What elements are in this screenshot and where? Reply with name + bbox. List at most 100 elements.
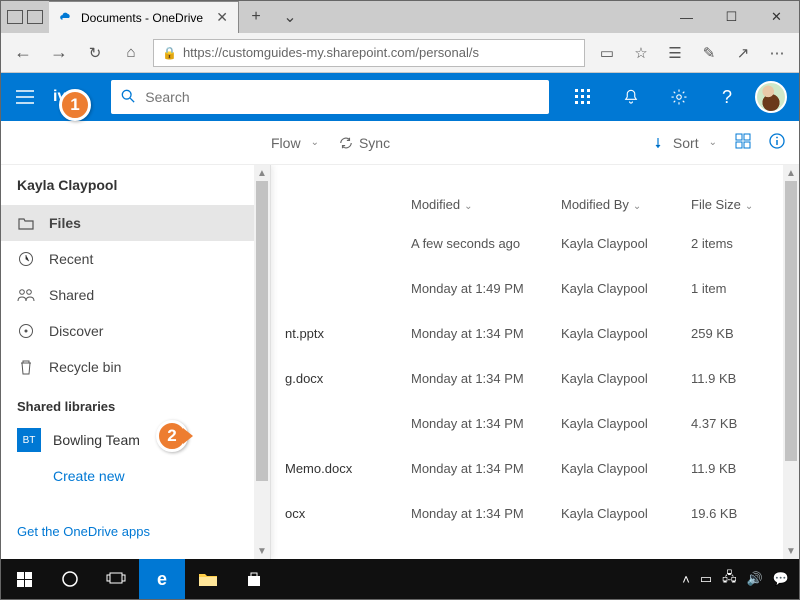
action-center-icon[interactable]: 💬 bbox=[773, 571, 789, 587]
url-field[interactable]: 🔒 https://customguides-my.sharepoint.com… bbox=[153, 39, 585, 67]
column-modified[interactable]: Modified⌄ bbox=[411, 197, 561, 212]
modified-cell: Monday at 1:34 PM bbox=[411, 506, 561, 521]
nav-hamburger-button[interactable] bbox=[1, 73, 49, 121]
table-row[interactable]: A few seconds agoKayla Claypool2 items bbox=[271, 220, 799, 265]
annotation-callout-2: 2 bbox=[156, 420, 188, 452]
search-box[interactable] bbox=[111, 80, 549, 114]
reading-view-button[interactable]: ▭ bbox=[593, 39, 621, 67]
taskbar-edge[interactable]: e bbox=[139, 559, 185, 599]
table-row[interactable]: nt.pptxMonday at 1:34 PMKayla Claypool25… bbox=[271, 310, 799, 355]
shared-libraries-heading: Shared libraries bbox=[1, 385, 270, 420]
close-tab-icon[interactable]: ✕ bbox=[216, 9, 228, 26]
chevron-down-icon: ⌄ bbox=[709, 137, 717, 148]
file-name-cell: nt.pptx bbox=[271, 326, 411, 341]
more-button[interactable]: ⋯ bbox=[763, 39, 791, 67]
windows-taskbar: e ˄ ▭ 🖧 🔊 💬 bbox=[1, 559, 799, 599]
task-view-icon bbox=[106, 572, 126, 586]
sidebar-item-files[interactable]: Files bbox=[1, 205, 270, 241]
taskbar-file-explorer[interactable] bbox=[185, 559, 231, 599]
battery-icon[interactable]: ▭ bbox=[700, 571, 712, 587]
table-row[interactable]: g.docxMonday at 1:34 PMKayla Claypool11.… bbox=[271, 355, 799, 400]
maximize-button[interactable]: ☐ bbox=[709, 1, 754, 33]
forward-button[interactable]: → bbox=[45, 39, 73, 67]
file-size-cell: 2 items bbox=[691, 236, 791, 251]
file-size-cell: 19.6 KB bbox=[691, 506, 791, 521]
search-input[interactable] bbox=[145, 89, 539, 105]
scrollbar-thumb[interactable] bbox=[785, 181, 797, 461]
notes-button[interactable]: ✎ bbox=[695, 39, 723, 67]
task-view-button[interactable] bbox=[93, 559, 139, 599]
onedrive-icon bbox=[59, 11, 73, 25]
sidebar-item-recycle-bin[interactable]: Recycle bin bbox=[1, 349, 270, 385]
sidebar-scrollbar[interactable]: ▲ ▼ bbox=[254, 165, 270, 559]
refresh-button[interactable]: ↻ bbox=[81, 39, 109, 67]
tabs-preview-icon[interactable] bbox=[27, 10, 43, 24]
share-button[interactable]: ↗ bbox=[729, 39, 757, 67]
tab-set-aside-icon[interactable] bbox=[7, 10, 23, 24]
scroll-up-icon[interactable]: ▲ bbox=[254, 165, 270, 181]
main-scrollbar[interactable]: ▲ ▼ bbox=[783, 165, 799, 559]
info-pane-button[interactable] bbox=[769, 133, 785, 152]
gear-icon bbox=[670, 88, 688, 106]
taskbar-store[interactable] bbox=[231, 559, 277, 599]
close-window-button[interactable]: ✕ bbox=[754, 1, 799, 33]
scroll-up-icon[interactable]: ▲ bbox=[783, 165, 799, 181]
volume-icon[interactable]: 🔊 bbox=[747, 571, 763, 587]
new-tab-button[interactable]: + bbox=[239, 1, 273, 33]
column-modified-by[interactable]: Modified By⌄ bbox=[561, 197, 691, 212]
start-button[interactable] bbox=[1, 559, 47, 599]
table-row[interactable]: Memo.docxMonday at 1:34 PMKayla Claypool… bbox=[271, 445, 799, 490]
lock-icon: 🔒 bbox=[162, 46, 177, 60]
home-button[interactable]: ⌂ bbox=[117, 39, 145, 67]
modified-cell: Monday at 1:34 PM bbox=[411, 326, 561, 341]
table-row[interactable]: Monday at 1:49 PMKayla Claypool1 item bbox=[271, 265, 799, 310]
cortana-icon bbox=[61, 570, 79, 588]
annotation-callout-1: 1 bbox=[59, 89, 91, 121]
people-icon bbox=[17, 288, 35, 302]
grid-view-icon bbox=[735, 133, 751, 149]
app-launcher-button[interactable] bbox=[563, 73, 603, 121]
settings-button[interactable] bbox=[659, 73, 699, 121]
table-row[interactable]: ocxMonday at 1:34 PMKayla Claypool19.6 K… bbox=[271, 490, 799, 535]
file-name-cell: g.docx bbox=[271, 371, 411, 386]
notifications-button[interactable] bbox=[611, 73, 651, 121]
favorites-hub-button[interactable]: ☰ bbox=[661, 39, 689, 67]
view-toggle-button[interactable] bbox=[735, 133, 751, 152]
edge-icon: e bbox=[157, 569, 167, 590]
scroll-down-icon[interactable]: ▼ bbox=[783, 543, 799, 559]
sidebar-item-recent[interactable]: Recent bbox=[1, 241, 270, 277]
scrollbar-thumb[interactable] bbox=[256, 181, 268, 481]
scroll-down-icon[interactable]: ▼ bbox=[254, 543, 270, 559]
favorite-button[interactable]: ☆ bbox=[627, 39, 655, 67]
search-icon bbox=[121, 89, 135, 106]
network-icon[interactable]: 🖧 bbox=[722, 568, 737, 590]
sort-icon bbox=[655, 137, 667, 149]
tray-expand-icon[interactable]: ˄ bbox=[682, 572, 690, 587]
cortana-button[interactable] bbox=[47, 559, 93, 599]
table-row[interactable]: Monday at 1:34 PMKayla Claypool4.37 KB bbox=[271, 400, 799, 445]
tab-menu-button[interactable]: ⌄ bbox=[273, 1, 307, 33]
folder-icon bbox=[198, 571, 218, 587]
file-name-cell: ocx bbox=[271, 506, 411, 521]
flow-button[interactable]: Flow ⌄ bbox=[271, 135, 319, 151]
sidebar-item-shared[interactable]: Shared bbox=[1, 277, 270, 313]
sort-button[interactable]: Sort ⌄ bbox=[655, 135, 717, 151]
browser-address-bar: ← → ↻ ⌂ 🔒 https://customguides-my.sharep… bbox=[1, 33, 799, 73]
shared-library-bowling-team[interactable]: BT Bowling Team bbox=[1, 420, 270, 460]
file-name-cell: Memo.docx bbox=[271, 461, 411, 476]
column-file-size[interactable]: File Size⌄ bbox=[691, 197, 791, 212]
discover-icon bbox=[17, 323, 35, 339]
back-button[interactable]: ← bbox=[9, 39, 37, 67]
user-avatar[interactable] bbox=[755, 81, 787, 113]
browser-tab[interactable]: Documents - OneDrive ✕ bbox=[49, 1, 239, 33]
help-button[interactable]: ? bbox=[707, 73, 747, 121]
sidebar-item-discover[interactable]: Discover bbox=[1, 313, 270, 349]
sync-button[interactable]: Sync bbox=[339, 135, 390, 151]
chevron-down-icon: ⌄ bbox=[464, 201, 472, 212]
chevron-down-icon: ⌄ bbox=[633, 201, 641, 212]
get-apps-link[interactable]: Get the OneDrive apps bbox=[17, 520, 254, 543]
create-new-library-link[interactable]: Create new bbox=[1, 460, 270, 492]
minimize-button[interactable]: — bbox=[664, 1, 709, 33]
info-icon bbox=[769, 133, 785, 149]
sidebar-label: Files bbox=[49, 215, 81, 231]
